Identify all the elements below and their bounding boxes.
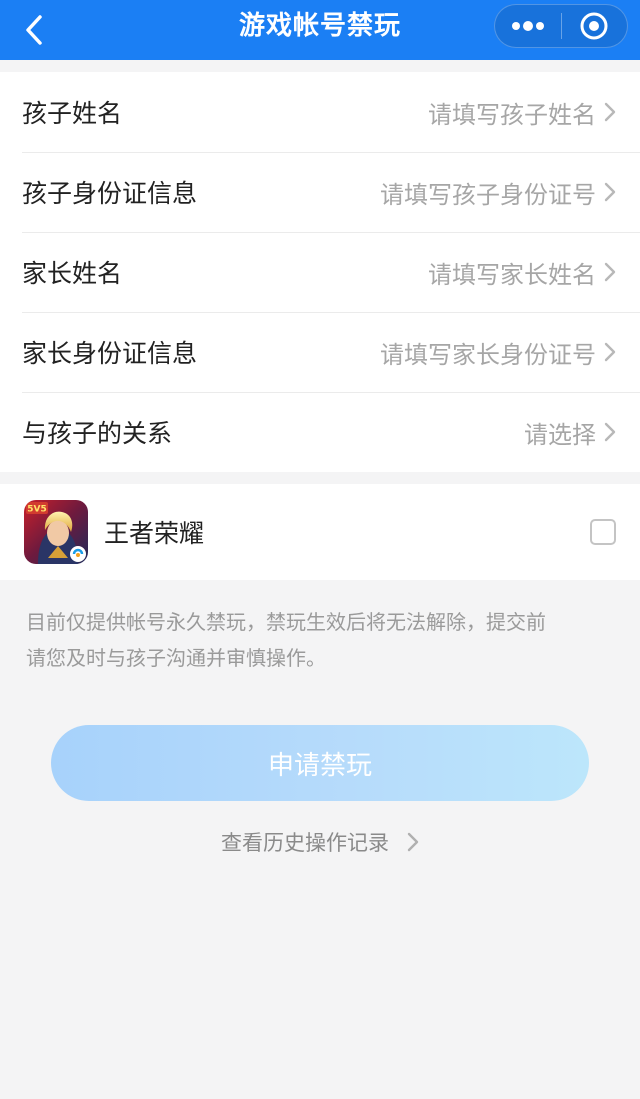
- miniprogram-capsule: [494, 4, 628, 48]
- field-value-area[interactable]: 请填写孩子姓名: [428, 95, 616, 130]
- field-value-area[interactable]: 请填写孩子身份证号: [380, 175, 616, 210]
- form-list: 孩子姓名 请填写孩子姓名 孩子身份证信息 请填写孩子身份证号 家长姓名 请填写家…: [0, 72, 640, 472]
- form-row-child-name[interactable]: 孩子姓名 请填写孩子姓名: [0, 72, 640, 152]
- more-dots-icon: [512, 21, 544, 31]
- form-row-parent-id[interactable]: 家长身份证信息 请填写家长身份证号: [0, 312, 640, 392]
- field-label: 家长姓名: [22, 259, 123, 288]
- field-placeholder: 请填写家长身份证号: [380, 340, 596, 369]
- notice-line: 目前仅提供帐号永久禁玩，禁玩生效后将无法解除，提交前: [26, 610, 546, 634]
- form-row-parent-name[interactable]: 家长姓名 请填写家长姓名: [0, 232, 640, 312]
- chevron-right-icon: [604, 262, 616, 282]
- navigation-bar: 游戏帐号禁玩: [0, 0, 640, 60]
- chevron-right-icon: [604, 182, 616, 202]
- notice-line: 请您及时与孩子沟通并审慎操作。: [26, 646, 326, 670]
- chevron-right-icon: [604, 422, 616, 442]
- more-button[interactable]: [495, 4, 561, 48]
- game-checkbox[interactable]: [590, 519, 616, 545]
- field-value-area[interactable]: 请选择: [524, 415, 616, 450]
- apply-ban-button[interactable]: 申请禁玩: [51, 725, 589, 801]
- field-label: 孩子身份证信息: [22, 179, 198, 208]
- game-name: 王者荣耀: [104, 519, 205, 548]
- field-placeholder: 请填写家长姓名: [428, 260, 596, 289]
- field-label: 孩子姓名: [22, 99, 123, 128]
- chevron-right-icon: [604, 102, 616, 122]
- field-placeholder: 请填写孩子姓名: [428, 100, 596, 129]
- form-row-relationship[interactable]: 与孩子的关系 请选择: [0, 392, 640, 472]
- game-item[interactable]: 5V5 王者荣耀: [0, 484, 640, 580]
- field-label: 家长身份证信息: [22, 339, 198, 368]
- field-value-area[interactable]: 请填写家长姓名: [428, 255, 616, 290]
- target-close-icon: [580, 12, 608, 40]
- notice-text: 目前仅提供帐号永久禁玩，禁玩生效后将无法解除，提交前 请您及时与孩子沟通并审慎操…: [26, 604, 616, 676]
- field-label: 与孩子的关系: [22, 419, 173, 448]
- field-placeholder: 请填写孩子身份证号: [380, 180, 596, 209]
- chevron-right-icon: [407, 832, 419, 852]
- history-link[interactable]: 查看历史操作记录: [0, 824, 640, 860]
- field-value-area[interactable]: 请填写家长身份证号: [380, 335, 616, 370]
- close-button[interactable]: [562, 4, 627, 48]
- game-app-icon: 5V5: [24, 500, 88, 564]
- history-link-label: 查看历史操作记录: [221, 831, 389, 855]
- chevron-right-icon: [604, 342, 616, 362]
- form-row-child-id[interactable]: 孩子身份证信息 请填写孩子身份证号: [0, 152, 640, 232]
- field-placeholder: 请选择: [524, 420, 596, 449]
- game-icon-badge: 5V5: [27, 505, 47, 515]
